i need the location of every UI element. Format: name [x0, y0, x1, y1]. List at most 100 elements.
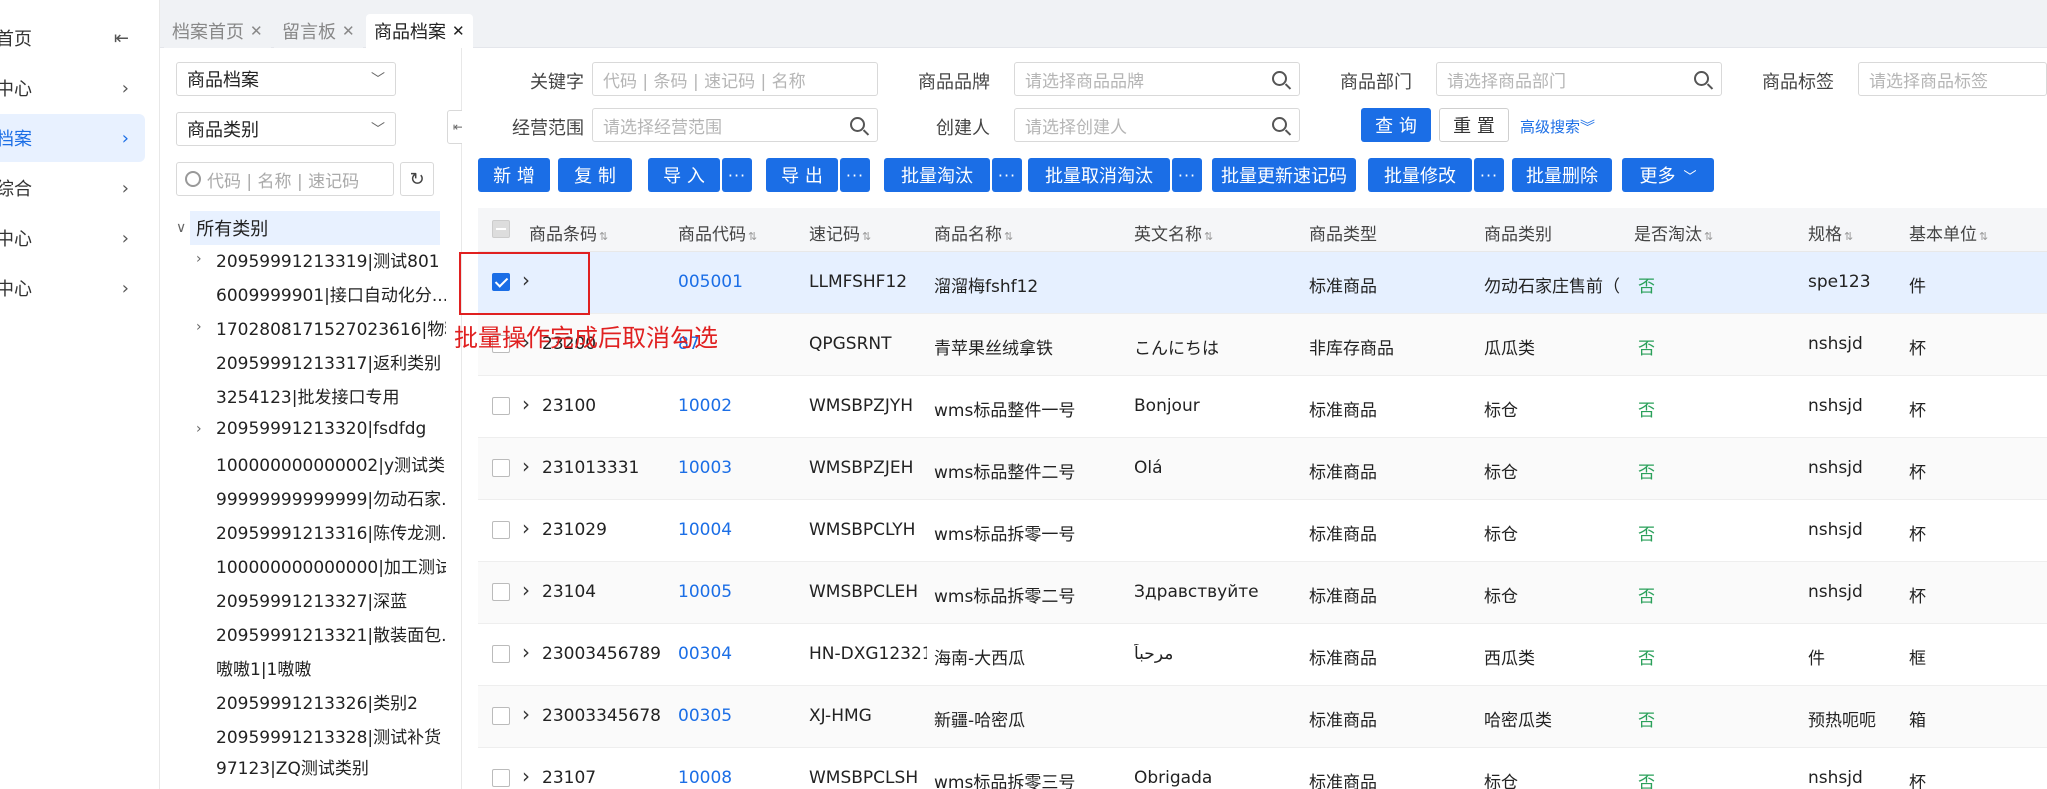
cell-code[interactable]: 00305 [678, 706, 732, 726]
table-row[interactable]: › 23100 10002 WMSBPZJYH wms标品整件一号 Bonjou… [478, 376, 2047, 438]
caret-down-icon[interactable]: ∨ [176, 220, 186, 236]
row-checkbox[interactable] [492, 583, 510, 601]
export-button[interactable]: 导 出 [766, 158, 838, 192]
tree-node[interactable]: 99999999999999|勿动石家... [196, 482, 446, 512]
tree-node[interactable]: 20959991213316|陈传龙测... [196, 516, 446, 546]
cell-code[interactable]: 00304 [678, 644, 732, 664]
select-all-checkbox[interactable] [492, 220, 510, 238]
tree-node[interactable]: 20959991213317|返利类别 [196, 346, 446, 376]
nav-item-archive[interactable]: 档案 › [0, 114, 145, 162]
close-icon[interactable]: ✕ [342, 22, 355, 40]
nav-item-comprehensive[interactable]: 综合 › [0, 164, 145, 212]
cell-code[interactable]: 005001 [678, 272, 743, 292]
tree-node[interactable]: 20959991213321|散装面包... [196, 618, 446, 648]
add-button[interactable]: 新 增 [478, 158, 550, 192]
tree-node[interactable]: 嗷嗷1|1嗷嗷 [196, 652, 446, 682]
tree-node[interactable]: 20959991213327|深蓝 [196, 584, 446, 614]
expand-row-icon[interactable]: › [522, 392, 530, 416]
import-more-button[interactable]: ··· [722, 158, 752, 192]
table-row[interactable]: › 23104 10005 WMSBPCLEH wms标品拆零二号 Здравс… [478, 562, 2047, 624]
expand-row-icon[interactable]: › [522, 640, 530, 664]
table-row[interactable]: › 23003456789 00304 HN-DXG12321 海南-大西瓜 م… [478, 624, 2047, 686]
column-eliminated[interactable]: 是否淘汰 ⇅ [1634, 220, 1713, 245]
tree-node[interactable]: › 20959991213319|测试801 [196, 244, 446, 274]
more-dropdown-button[interactable]: 更多 ﹀ [1622, 158, 1714, 192]
expand-row-icon[interactable]: › [522, 764, 530, 788]
expand-row-icon[interactable]: › [522, 454, 530, 478]
table-row[interactable]: › 005001 LLMFSHF12 溜溜梅fshf12 标准商品 勿动石家庄售… [478, 252, 2047, 314]
query-button[interactable]: 查 询 [1361, 108, 1431, 142]
expand-row-icon[interactable]: › [522, 702, 530, 726]
tree-node[interactable]: 20959991213326|类别2 [196, 686, 446, 716]
nav-item-center-2[interactable]: 中心 › [0, 214, 145, 262]
batch-modify-more-button[interactable]: ··· [1474, 158, 1504, 192]
tree-node[interactable]: 20959991213328|测试补货 [196, 720, 446, 750]
nav-item-center-1[interactable]: 中心 › [0, 64, 145, 112]
tree-node[interactable]: 97123|ZQ测试类别 [196, 754, 446, 779]
tree-root[interactable]: ∨ 所有类别 [176, 211, 446, 245]
archive-select[interactable]: 商品档案 ﹀ [176, 62, 396, 96]
column-name[interactable]: 商品名称 ⇅ [934, 220, 1013, 245]
caret-right-icon[interactable]: › [196, 251, 216, 267]
nav-item-home[interactable]: 首页 ⇤ [0, 14, 145, 62]
tree-search-input[interactable]: 代码 | 名称 | 速记码 [176, 162, 394, 196]
row-checkbox[interactable] [492, 707, 510, 725]
keyword-input[interactable]: 代码 | 条码 | 速记码 | 名称 [592, 62, 878, 96]
batch-eliminate-button[interactable]: 批量淘汰 [884, 158, 990, 192]
caret-right-icon[interactable]: › [196, 421, 216, 437]
column-type[interactable]: 商品类型 [1309, 220, 1377, 245]
cell-code[interactable]: 10005 [678, 582, 732, 602]
tab-message-board[interactable]: 留言板 ✕ [274, 14, 363, 48]
reset-button[interactable]: 重 置 [1439, 108, 1509, 142]
table-row[interactable]: › 231029 10004 WMSBPCLYH wms标品拆零一号 标准商品 … [478, 500, 2047, 562]
scope-select[interactable]: 请选择经营范围 [592, 108, 878, 142]
column-unit[interactable]: 基本单位 ⇅ [1909, 220, 1988, 245]
cell-code[interactable]: 10003 [678, 458, 732, 478]
brand-select[interactable]: 请选择商品品牌 [1014, 62, 1300, 96]
column-english-name[interactable]: 英文名称 ⇅ [1134, 220, 1213, 245]
column-barcode[interactable]: 商品条码 ⇅ [529, 220, 608, 245]
table-row[interactable]: › 23003345678 00305 XJ-HMG 新疆-哈密瓜 标准商品 哈… [478, 686, 2047, 748]
tab-product-archive[interactable]: 商品档案 ✕ [366, 14, 473, 48]
tab-archive-home[interactable]: 档案首页 ✕ [164, 14, 271, 48]
tree-node[interactable]: › 20959991213320|fsdfdg [196, 414, 446, 444]
expand-row-icon[interactable]: › [522, 516, 530, 540]
refresh-button[interactable]: ↻ [400, 162, 434, 196]
batch-cancel-eliminate-button[interactable]: 批量取消淘汰 [1028, 158, 1170, 192]
column-code[interactable]: 商品代码 ⇅ [678, 220, 757, 245]
column-category[interactable]: 商品类别 [1484, 220, 1552, 245]
creator-select[interactable]: 请选择创建人 [1014, 108, 1300, 142]
tag-select[interactable]: 请选择商品标签 [1858, 62, 2047, 96]
row-checkbox[interactable] [492, 645, 510, 663]
close-icon[interactable]: ✕ [452, 22, 465, 40]
cell-code[interactable]: 10004 [678, 520, 732, 540]
batch-cancel-more-button[interactable]: ··· [1172, 158, 1202, 192]
caret-right-icon[interactable]: › [196, 319, 216, 335]
batch-update-code-button[interactable]: 批量更新速记码 [1212, 158, 1356, 192]
batch-modify-button[interactable]: 批量修改 [1368, 158, 1472, 192]
tree-node[interactable]: 100000000000000|加工测试 [196, 550, 446, 580]
row-checkbox[interactable] [492, 521, 510, 539]
close-icon[interactable]: ✕ [250, 22, 263, 40]
tree-node[interactable]: 100000000000002|y测试类... [196, 448, 446, 478]
nav-item-center-3[interactable]: 中心 › [0, 264, 145, 312]
row-checkbox[interactable] [492, 769, 510, 787]
tree-node[interactable]: 6009999901|接口自动化分... [196, 278, 446, 308]
advanced-search-link[interactable]: 高级搜索︾ [1520, 116, 1595, 137]
copy-button[interactable]: 复 制 [558, 158, 632, 192]
column-spec[interactable]: 规格 ⇅ [1808, 220, 1853, 245]
tree-node[interactable]: › 1702808171527023616|物料 [196, 312, 446, 342]
table-row[interactable]: › 23107 10008 WMSBPCLSH wms标品拆零三号 Obriga… [478, 748, 2047, 789]
dept-select[interactable]: 请选择商品部门 [1436, 62, 1722, 96]
export-more-button[interactable]: ··· [840, 158, 870, 192]
category-select[interactable]: 商品类别 ﹀ [176, 112, 396, 146]
table-row[interactable]: › 231013331 10003 WMSBPZJEH wms标品整件二号 Ol… [478, 438, 2047, 500]
import-button[interactable]: 导 入 [648, 158, 720, 192]
collapse-nav-icon[interactable]: ⇤ [114, 28, 129, 49]
row-checkbox[interactable] [492, 459, 510, 477]
batch-delete-button[interactable]: 批量删除 [1512, 158, 1612, 192]
column-quick-code[interactable]: 速记码 ⇅ [809, 220, 871, 245]
batch-eliminate-more-button[interactable]: ··· [992, 158, 1022, 192]
cell-code[interactable]: 10002 [678, 396, 732, 416]
row-checkbox[interactable] [492, 397, 510, 415]
